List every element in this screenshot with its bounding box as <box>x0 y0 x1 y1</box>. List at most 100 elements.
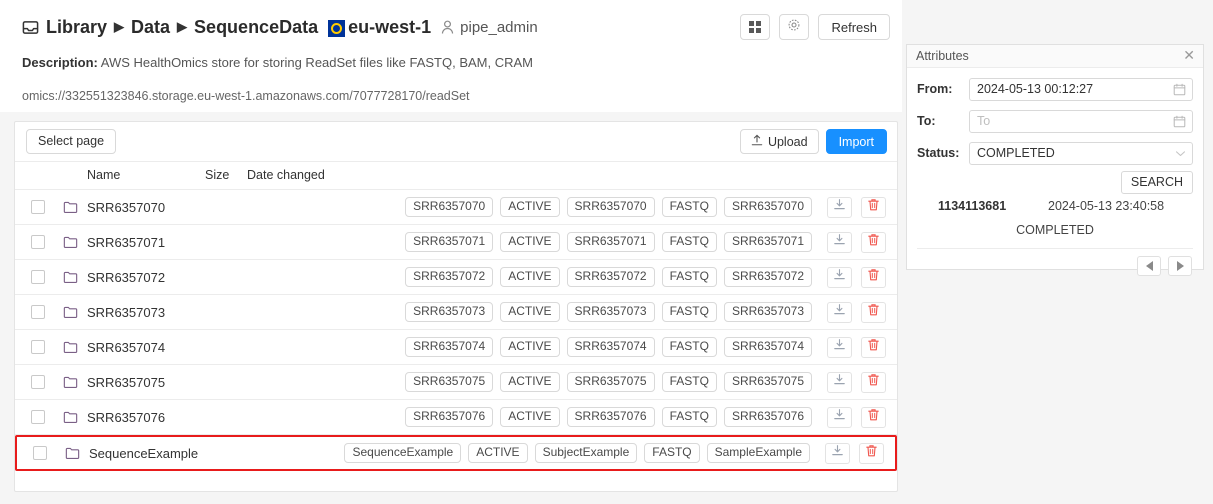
row-tag[interactable]: SRR6357076 <box>723 407 812 427</box>
to-date-field[interactable] <box>969 109 1193 133</box>
row-tag[interactable]: SRR6357071 <box>566 232 655 252</box>
select-page-button[interactable]: Select page <box>26 129 117 154</box>
delete-button[interactable] <box>861 371 886 393</box>
download-button[interactable] <box>827 406 852 428</box>
row-tag[interactable]: SRR6357072 <box>405 267 494 287</box>
pager-prev-button[interactable] <box>1137 256 1161 276</box>
calendar-icon <box>1173 83 1186 96</box>
row-name: SRR6357076 <box>87 409 166 425</box>
table-row[interactable]: SequenceExample SequenceExample ACTIVE Subj… <box>15 435 897 471</box>
username-label: pipe_admin <box>460 18 538 36</box>
refresh-button[interactable]: Refresh <box>818 14 890 40</box>
search-button[interactable]: SEARCH <box>1120 171 1193 194</box>
row-tag[interactable]: FASTQ <box>661 337 717 357</box>
row-tag[interactable]: SRR6357073 <box>405 302 494 322</box>
table-row[interactable]: SRR6357072 SRR6357072 ACTIVE SRR6357072 FAST… <box>15 260 897 295</box>
status-select-value[interactable] <box>970 142 1192 164</box>
row-tag[interactable]: ACTIVE <box>468 443 528 463</box>
row-tag[interactable]: ACTIVE <box>500 407 560 427</box>
close-icon[interactable]: ✕ <box>1183 48 1195 62</box>
table-row[interactable]: SRR6357075 SRR6357075 ACTIVE SRR6357075 FAST… <box>15 365 897 400</box>
from-date-field[interactable] <box>969 77 1193 101</box>
from-filter-row: From: <box>907 73 1203 105</box>
pager-next-button[interactable] <box>1168 256 1192 276</box>
table-row[interactable]: SRR6357074 SRR6357074 ACTIVE SRR6357074 FAST… <box>15 330 897 365</box>
row-checkbox[interactable] <box>31 270 45 284</box>
row-tag[interactable]: SRR6357074 <box>405 337 494 357</box>
row-tag[interactable]: SubjectExample <box>534 443 638 463</box>
delete-button[interactable] <box>861 301 886 323</box>
row-tag[interactable]: SRR6357070 <box>405 197 494 217</box>
download-button[interactable] <box>827 231 852 253</box>
row-tag[interactable]: SRR6357074 <box>723 337 812 357</box>
delete-button[interactable] <box>861 196 886 218</box>
row-tag[interactable]: SRR6357071 <box>723 232 812 252</box>
table-row[interactable]: SRR6357076 SRR6357076 ACTIVE SRR6357076 FAST… <box>15 400 897 435</box>
download-button[interactable] <box>827 266 852 288</box>
row-tag[interactable]: SRR6357075 <box>405 372 494 392</box>
row-tag[interactable]: SRR6357076 <box>566 407 655 427</box>
settings-button[interactable] <box>779 14 810 40</box>
download-button[interactable] <box>827 196 852 218</box>
row-actions <box>827 336 886 358</box>
row-tag[interactable]: FASTQ <box>661 407 717 427</box>
row-tag[interactable]: SRR6357075 <box>566 372 655 392</box>
download-button[interactable] <box>827 301 852 323</box>
table-row[interactable]: SRR6357073 SRR6357073 ACTIVE SRR6357073 FAST… <box>15 295 897 330</box>
row-tag[interactable]: SRR6357073 <box>723 302 812 322</box>
row-tag[interactable]: SRR6357070 <box>723 197 812 217</box>
row-checkbox[interactable] <box>31 200 45 214</box>
row-checkbox[interactable] <box>31 305 45 319</box>
row-tag[interactable]: ACTIVE <box>500 372 560 392</box>
delete-button[interactable] <box>861 336 886 358</box>
row-checkbox[interactable] <box>31 375 45 389</box>
status-select[interactable] <box>969 141 1193 165</box>
row-tag[interactable]: ACTIVE <box>500 302 560 322</box>
row-tag[interactable]: FASTQ <box>661 302 717 322</box>
breadcrumb-item-library[interactable]: Library <box>46 17 107 38</box>
download-button[interactable] <box>827 336 852 358</box>
row-tag[interactable]: FASTQ <box>661 197 717 217</box>
row-tag[interactable]: SRR6357072 <box>566 267 655 287</box>
row-tag[interactable]: SRR6357070 <box>566 197 655 217</box>
row-checkbox[interactable] <box>31 340 45 354</box>
region-label: eu-west-1 <box>348 16 432 37</box>
delete-button[interactable] <box>861 406 886 428</box>
row-tag[interactable]: FASTQ <box>661 232 717 252</box>
trash-icon <box>867 373 880 392</box>
from-date-input[interactable] <box>970 78 1192 100</box>
table-row[interactable]: SRR6357071 SRR6357071 ACTIVE SRR6357071 FAST… <box>15 225 897 260</box>
row-tag[interactable]: ACTIVE <box>500 232 560 252</box>
table-row[interactable]: SRR6357070 SRR6357070 ACTIVE SRR6357070 FAST… <box>15 190 897 225</box>
row-checkbox[interactable] <box>31 235 45 249</box>
row-tag[interactable]: SRR6357072 <box>723 267 812 287</box>
delete-button[interactable] <box>861 266 886 288</box>
row-checkbox[interactable] <box>31 410 45 424</box>
download-icon <box>833 233 846 251</box>
row-tag[interactable]: FASTQ <box>644 443 700 463</box>
import-button[interactable]: Import <box>825 129 887 154</box>
row-tags: SRR6357072 ACTIVE SRR6357072 FASTQ SRR635707… <box>405 267 812 287</box>
row-tag[interactable]: SRR6357071 <box>405 232 494 252</box>
upload-button[interactable]: Upload <box>739 129 819 154</box>
grid-view-button[interactable] <box>740 14 771 40</box>
to-date-input[interactable] <box>970 110 1192 132</box>
row-tag[interactable]: SRR6357074 <box>566 337 655 357</box>
download-button[interactable] <box>827 371 852 393</box>
row-tag[interactable]: ACTIVE <box>500 267 560 287</box>
row-tag[interactable]: FASTQ <box>661 267 717 287</box>
row-tag[interactable]: SequenceExample <box>344 443 462 463</box>
row-tag[interactable]: FASTQ <box>661 372 717 392</box>
breadcrumb-item-data[interactable]: Data <box>131 17 170 38</box>
row-tag[interactable]: SRR6357073 <box>566 302 655 322</box>
delete-button[interactable] <box>859 442 884 464</box>
download-button[interactable] <box>825 442 850 464</box>
row-tag[interactable]: ACTIVE <box>500 337 560 357</box>
delete-button[interactable] <box>861 231 886 253</box>
row-tag[interactable]: SRR6357075 <box>723 372 812 392</box>
row-tag[interactable]: SRR6357076 <box>405 407 494 427</box>
breadcrumb-item-sequencedata[interactable]: SequenceData <box>194 17 318 38</box>
row-checkbox[interactable] <box>33 446 47 460</box>
row-tag[interactable]: ACTIVE <box>500 197 560 217</box>
row-tag[interactable]: SampleExample <box>706 443 810 463</box>
